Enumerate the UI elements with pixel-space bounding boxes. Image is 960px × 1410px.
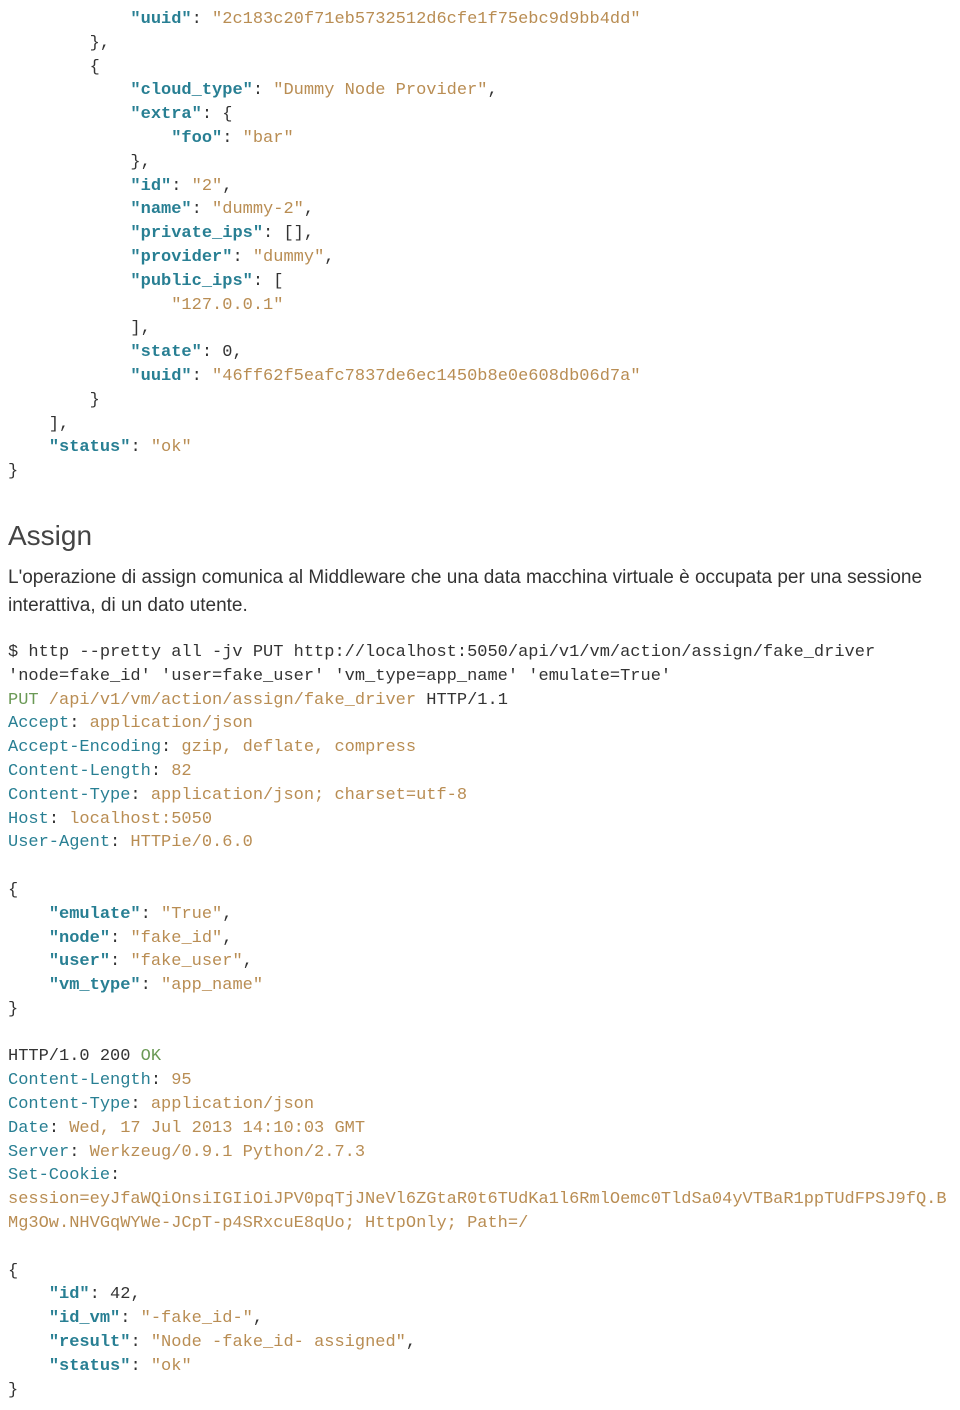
json-string: "Dummy Node Provider" — [273, 81, 487, 100]
http-header-name: User-Agent — [8, 833, 110, 852]
http-header-name: Accept-Encoding — [8, 738, 161, 757]
json-key: "extra" — [130, 105, 201, 124]
json-string: "ok" — [151, 1357, 192, 1376]
http-header-name: Set-Cookie — [8, 1166, 110, 1185]
json-key: "id" — [49, 1285, 90, 1304]
http-header-name: Host — [8, 810, 49, 829]
json-key: "state" — [130, 343, 201, 362]
json-string: "ok" — [151, 438, 192, 457]
shell-command-line: 'node=fake_id' 'user=fake_user' 'vm_type… — [8, 667, 671, 686]
json-string: "fake_user" — [130, 952, 242, 971]
section-paragraph: L'operazione di assign comunica al Middl… — [8, 564, 952, 621]
json-key: "name" — [130, 200, 191, 219]
json-block-1: "uuid": "2c183c20f71eb5732512d6cfe1f75eb… — [8, 8, 952, 484]
shell-command-line: $ http --pretty all -jv PUT http://local… — [8, 643, 875, 662]
json-string: "True" — [161, 905, 222, 924]
json-string: "app_name" — [161, 976, 263, 995]
http-header-value: localhost:5050 — [59, 810, 212, 829]
http-header-value: Werkzeug/0.9.1 Python/2.7.3 — [79, 1143, 365, 1162]
json-key: "emulate" — [49, 905, 141, 924]
json-string: "127.0.0.1" — [171, 296, 283, 315]
json-key: "provider" — [130, 248, 232, 267]
json-key: "result" — [49, 1333, 131, 1352]
json-number: 42 — [110, 1285, 130, 1304]
json-string: "Node -fake_id- assigned" — [151, 1333, 406, 1352]
http-path: /api/v1/vm/action/assign/fake_driver — [39, 691, 427, 710]
json-string: "2" — [192, 177, 223, 196]
http-header-value: application/json — [141, 1095, 314, 1114]
http-header-name: Accept — [8, 714, 69, 733]
http-header-value: session=eyJfaWQiOnsiIGIiOiJPV0pqTjJNeVl6… — [8, 1190, 947, 1233]
http-header-name: Content-Type — [8, 786, 130, 805]
json-string: "bar" — [243, 129, 294, 148]
http-response-status: HTTP/1.0 200 — [8, 1047, 141, 1066]
json-key: "status" — [49, 1357, 131, 1376]
section-heading-assign: Assign — [8, 520, 952, 552]
json-key: "foo" — [171, 129, 222, 148]
http-header-value: 82 — [161, 762, 192, 781]
http-ok: OK — [141, 1047, 161, 1066]
json-key: "id_vm" — [49, 1309, 120, 1328]
json-key: "node" — [49, 929, 110, 948]
http-header-value: Wed, 17 Jul 2013 14:10:03 GMT — [59, 1119, 365, 1138]
json-string: "fake_id" — [130, 929, 222, 948]
json-key: "public_ips" — [130, 272, 252, 291]
json-string: "dummy" — [253, 248, 324, 267]
json-key: "id" — [130, 177, 171, 196]
json-key: "vm_type" — [49, 976, 141, 995]
json-key: "cloud_type" — [130, 81, 252, 100]
json-number: 0 — [222, 343, 232, 362]
http-header-name: Content-Length — [8, 1071, 151, 1090]
json-key: "uuid" — [130, 367, 191, 386]
http-header-name: Content-Length — [8, 762, 151, 781]
http-header-value: 95 — [161, 1071, 192, 1090]
http-block-assign: $ http --pretty all -jv PUT http://local… — [8, 641, 952, 1403]
json-string: "46ff62f5eafc7837de6ec1450b8e0e608db06d7… — [212, 367, 640, 386]
json-key: "uuid" — [130, 10, 191, 29]
json-key: "private_ips" — [130, 224, 263, 243]
json-key: "user" — [49, 952, 110, 971]
http-version: HTTP/1.1 — [426, 691, 508, 710]
http-header-value: HTTPie/0.6.0 — [120, 833, 253, 852]
http-header-name: Date — [8, 1119, 49, 1138]
http-header-value: application/json — [79, 714, 252, 733]
http-header-value: application/json; charset=utf-8 — [141, 786, 467, 805]
json-string: "-fake_id-" — [141, 1309, 253, 1328]
http-method: PUT — [8, 691, 39, 710]
json-key: "status" — [49, 438, 131, 457]
http-header-name: Server — [8, 1143, 69, 1162]
http-header-value: gzip, deflate, compress — [171, 738, 416, 757]
json-string: "2c183c20f71eb5732512d6cfe1f75ebc9d9bb4d… — [212, 10, 640, 29]
http-header-name: Content-Type — [8, 1095, 130, 1114]
json-string: "dummy-2" — [212, 200, 304, 219]
